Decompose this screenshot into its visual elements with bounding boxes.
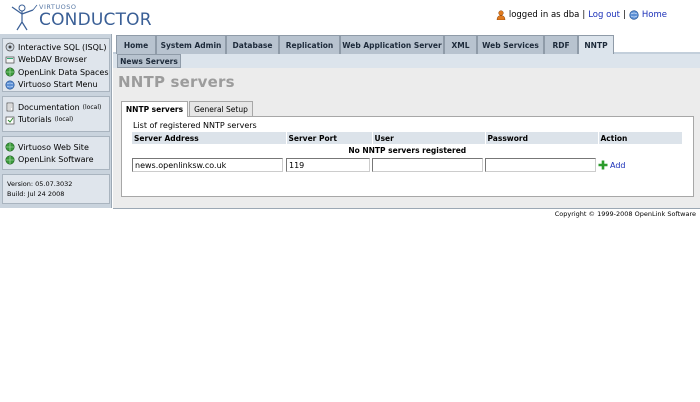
main-content: NNTP servers NNTP servers General Setup … <box>113 68 700 208</box>
page-title: NNTP servers <box>118 73 235 91</box>
sidebar-item-startmenu[interactable]: Virtuoso Start Menu <box>3 79 109 92</box>
sidebar-group-tools: Interactive SQL (ISQL) WebDAV Browser Op… <box>2 38 110 92</box>
sidebar-item-label: Interactive SQL (ISQL) <box>18 42 107 52</box>
version-text: Version: 05.07.3032 <box>7 180 73 188</box>
sidebar-item-label: WebDAV Browser <box>18 55 87 65</box>
virtuoso-conductor-logo[interactable]: VIRTUOSO CONDUCTOR <box>6 3 152 31</box>
add-button[interactable]: Add <box>598 160 683 170</box>
column-header-action: Action <box>598 132 683 144</box>
column-header-password: Password <box>485 132 599 144</box>
webdav-icon <box>5 56 15 64</box>
separator: | <box>623 10 626 20</box>
sidebar-item-label: OpenLink Software <box>18 155 94 165</box>
tab-database[interactable]: Database <box>226 35 279 54</box>
inner-tab-nntp-servers[interactable]: NNTP servers <box>121 101 188 117</box>
sidebar-item-isql[interactable]: Interactive SQL (ISQL) <box>3 41 109 54</box>
sidebar-item-documentation[interactable]: Documentation (local) <box>3 101 109 114</box>
new-server-row: Add <box>132 156 683 172</box>
page: VIRTUOSO CONDUCTOR logged in as dba | Lo… <box>0 0 700 402</box>
tab-nntp[interactable]: NNTP <box>578 35 614 55</box>
globe-icon <box>5 80 15 90</box>
column-header-user: User <box>372 132 486 144</box>
column-header-address: Server Address <box>132 132 287 144</box>
server-port-input[interactable] <box>286 158 370 172</box>
sidebar-item-openlink[interactable]: OpenLink Software <box>3 154 109 167</box>
sidebar-item-label: OpenLink Data Spaces <box>18 67 109 77</box>
dataspaces-icon <box>5 67 15 77</box>
tab-web-application-server[interactable]: Web Application Server <box>340 35 444 54</box>
tutorial-icon <box>5 116 15 125</box>
sidebar-item-label: Virtuoso Web Site <box>18 142 89 152</box>
user-bar: logged in as dba | Log out | Home <box>496 10 667 20</box>
server-address-input[interactable] <box>132 158 283 172</box>
sidebar-item-label: Tutorials <box>18 115 52 125</box>
tab-replication[interactable]: Replication <box>279 35 340 54</box>
globe-icon <box>5 155 15 165</box>
user-icon <box>496 10 506 20</box>
version-info: Version: 05.07.3032 Build: Jul 24 2008 <box>2 174 110 204</box>
sidebar-item-webdav[interactable]: WebDAV Browser <box>3 54 109 67</box>
isql-icon <box>5 42 15 52</box>
list-caption: List of registered NNTP servers <box>133 121 257 130</box>
sidebar-item-dataspaces[interactable]: OpenLink Data Spaces <box>3 66 109 79</box>
tab-home[interactable]: Home <box>116 35 156 54</box>
sidebar-item-tutorials[interactable]: Tutorials (local) <box>3 114 109 127</box>
globe-icon <box>5 142 15 152</box>
header: VIRTUOSO CONDUCTOR logged in as dba | Lo… <box>0 0 700 34</box>
logo-figure-icon <box>11 4 38 31</box>
inner-tab-general-setup[interactable]: General Setup <box>189 101 253 116</box>
sidebar-item-sublabel: (local) <box>82 103 102 111</box>
plus-icon <box>598 160 608 170</box>
empty-message: No NNTP servers registered <box>348 145 467 155</box>
sidebar-group-docs: Documentation (local) Tutorials (local) <box>2 96 110 132</box>
servers-table: Server Address Server Port User Password… <box>132 132 683 172</box>
tab-rdf[interactable]: RDF <box>544 35 578 54</box>
build-text: Build: Jul 24 2008 <box>7 190 65 198</box>
logo-big-text: CONDUCTOR <box>39 10 152 30</box>
separator: | <box>582 10 586 20</box>
logged-in-text: logged in as dba <box>508 10 580 20</box>
sidebar-item-label: Virtuoso Start Menu <box>18 80 98 90</box>
column-header-port: Server Port <box>286 132 373 144</box>
home-icon <box>629 10 639 20</box>
password-input[interactable] <box>485 158 596 172</box>
document-icon <box>6 102 14 112</box>
tab-web-services[interactable]: Web Services <box>477 35 544 54</box>
sidebar-group-links: Virtuoso Web Site OpenLink Software <box>2 136 110 170</box>
sidebar-item-virtuoso-site[interactable]: Virtuoso Web Site <box>3 141 109 154</box>
sub-tabs: News Servers <box>113 54 700 68</box>
sidebar: Interactive SQL (ISQL) WebDAV Browser Op… <box>0 34 112 208</box>
subtab-news-servers[interactable]: News Servers <box>117 54 181 68</box>
tab-xml[interactable]: XML <box>444 35 477 54</box>
user-input[interactable] <box>372 158 483 172</box>
main-tabs: Home System Admin Database Replication W… <box>113 34 700 55</box>
sidebar-item-sublabel: (local) <box>54 116 74 124</box>
servers-panel: List of registered NNTP servers Server A… <box>121 116 694 197</box>
tab-system-admin[interactable]: System Admin <box>156 35 226 54</box>
sidebar-item-label: Documentation <box>18 102 80 112</box>
footer-divider <box>113 208 700 209</box>
add-label: Add <box>610 160 626 170</box>
copyright: Copyright © 1999-2008 OpenLink Software <box>554 210 696 218</box>
logout-link[interactable]: Log out <box>588 10 620 20</box>
home-link[interactable]: Home <box>642 10 667 20</box>
